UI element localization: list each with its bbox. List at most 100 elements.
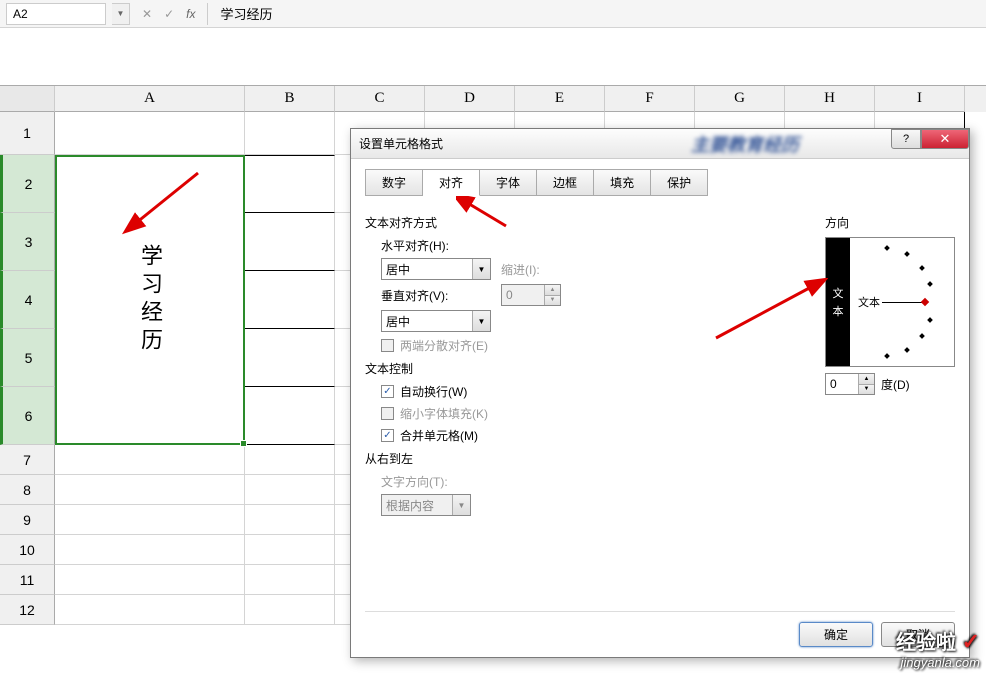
tab-alignment[interactable]: 对齐 [423,169,480,196]
fx-controls: ✕ ✓ fx [130,3,208,25]
formula-bar: A2 ▼ ✕ ✓ fx 学习经历 [0,0,986,28]
shrink-checkbox [381,407,394,420]
dialog-body: 数字 对齐 字体 边框 填充 保护 文本对齐方式 水平对齐(H): 居中 ▼ 缩… [351,159,969,657]
help-button[interactable]: ? [891,129,921,149]
row-header-8[interactable]: 8 [0,475,55,505]
cell[interactable] [245,505,335,535]
column-headers: A B C D E F G H I [0,86,986,112]
justify-checkbox [381,339,394,352]
cell-reference-box[interactable]: A2 [6,3,106,25]
row-header-10[interactable]: 10 [0,535,55,565]
row-header-4[interactable]: 4 [0,271,55,329]
row-header-7[interactable]: 7 [0,445,55,475]
col-header-G[interactable]: G [695,86,785,112]
chevron-down-icon: ▼ [472,311,490,331]
col-header-D[interactable]: D [425,86,515,112]
col-header-A[interactable]: A [55,86,245,112]
cell[interactable] [55,565,245,595]
row-header-5[interactable]: 5 [0,329,55,387]
row-header-12[interactable]: 12 [0,595,55,625]
row-header-2[interactable]: 2 [0,155,55,213]
orientation-control[interactable]: 文本 文本 [825,237,955,367]
section-rtl: 从右到左 [365,450,805,467]
col-header-H[interactable]: H [785,86,875,112]
ribbon-spacer [0,28,986,86]
cell[interactable] [55,475,245,505]
spin-down-icon[interactable]: ▼ [858,385,874,395]
spin-up-icon[interactable]: ▲ [858,374,874,385]
dialog-tabs: 数字 对齐 字体 边框 填充 保护 [365,169,955,196]
row-header-1[interactable]: 1 [0,112,55,155]
watermark: 经验啦 ✓ jingyanla.com [896,626,980,670]
tab-protection[interactable]: 保护 [651,169,708,196]
row-header-3[interactable]: 3 [0,213,55,271]
spin-down-icon[interactable]: ▼ [544,296,560,306]
ok-button[interactable]: 确定 [799,622,873,647]
merge-checkbox[interactable]: ✓ [381,429,394,442]
dialog-footer: 确定 取消 [365,611,955,647]
col-header-F[interactable]: F [605,86,695,112]
cell[interactable] [245,112,335,155]
confirm-formula-icon[interactable]: ✓ [160,7,178,21]
check-icon: ✓ [962,629,980,654]
cell[interactable] [245,475,335,505]
cell[interactable] [55,505,245,535]
direction-label: 文字方向(T): [381,473,805,490]
orientation-dial[interactable]: 文本 [850,238,954,366]
row-header-11[interactable]: 11 [0,565,55,595]
degree-spinner[interactable]: 0 ▲▼ [825,373,875,395]
dialog-background-text: 主要教育经历 [691,131,799,157]
cell-ref-dropdown[interactable]: ▼ [112,3,130,25]
col-header-E[interactable]: E [515,86,605,112]
cell[interactable] [245,535,335,565]
indent-spinner[interactable]: 0 ▲▼ [501,284,561,306]
degree-label: 度(D) [881,376,910,393]
h-align-select[interactable]: 居中 ▼ [381,258,491,280]
cell[interactable] [245,565,335,595]
cell[interactable] [55,595,245,625]
cell[interactable] [245,445,335,475]
cell[interactable] [55,112,245,155]
select-all-corner[interactable] [0,86,55,112]
cell[interactable] [55,535,245,565]
dialog-title: 设置单元格格式 [359,135,443,152]
section-alignment: 文本对齐方式 [365,214,805,231]
wrap-checkbox[interactable]: ✓ [381,385,394,398]
row-header-6[interactable]: 6 [0,387,55,445]
chevron-down-icon: ▼ [452,495,470,515]
tab-font[interactable]: 字体 [480,169,537,196]
h-align-label: 水平对齐(H): [381,237,805,254]
section-text-control: 文本控制 [365,360,805,377]
orientation-label: 方向 [825,214,955,231]
cell[interactable] [245,271,335,329]
col-header-I[interactable]: I [875,86,965,112]
tab-fill[interactable]: 填充 [594,169,651,196]
orientation-vertical-button[interactable]: 文本 [826,238,850,366]
spin-up-icon[interactable]: ▲ [544,285,560,296]
v-align-select[interactable]: 居中 ▼ [381,310,491,332]
merged-cell-A2-A6[interactable]: 学习经历 [55,155,245,445]
cancel-formula-icon[interactable]: ✕ [138,7,156,21]
col-header-B[interactable]: B [245,86,335,112]
tab-number[interactable]: 数字 [365,169,423,196]
cell[interactable] [245,387,335,445]
cell[interactable] [245,595,335,625]
cell[interactable] [245,155,335,213]
orientation-dial-text: 文本 [858,294,880,310]
row-header-9[interactable]: 9 [0,505,55,535]
cell[interactable] [245,213,335,271]
col-header-C[interactable]: C [335,86,425,112]
chevron-down-icon: ▼ [472,259,490,279]
tab-border[interactable]: 边框 [537,169,594,196]
indent-label: 缩进(I): [501,261,540,278]
merged-cell-text: 学习经历 [134,244,166,356]
fx-icon[interactable]: fx [182,7,199,21]
close-button[interactable]: ✕ [921,129,969,149]
direction-select: 根据内容 ▼ [381,494,471,516]
formula-content[interactable]: 学习经历 [208,4,284,23]
cell[interactable] [245,329,335,387]
fill-handle[interactable] [240,440,247,447]
shrink-label: 缩小字体填充(K) [400,405,488,422]
dialog-titlebar[interactable]: 设置单元格格式 主要教育经历 ? ✕ [351,129,969,159]
cell[interactable] [55,445,245,475]
